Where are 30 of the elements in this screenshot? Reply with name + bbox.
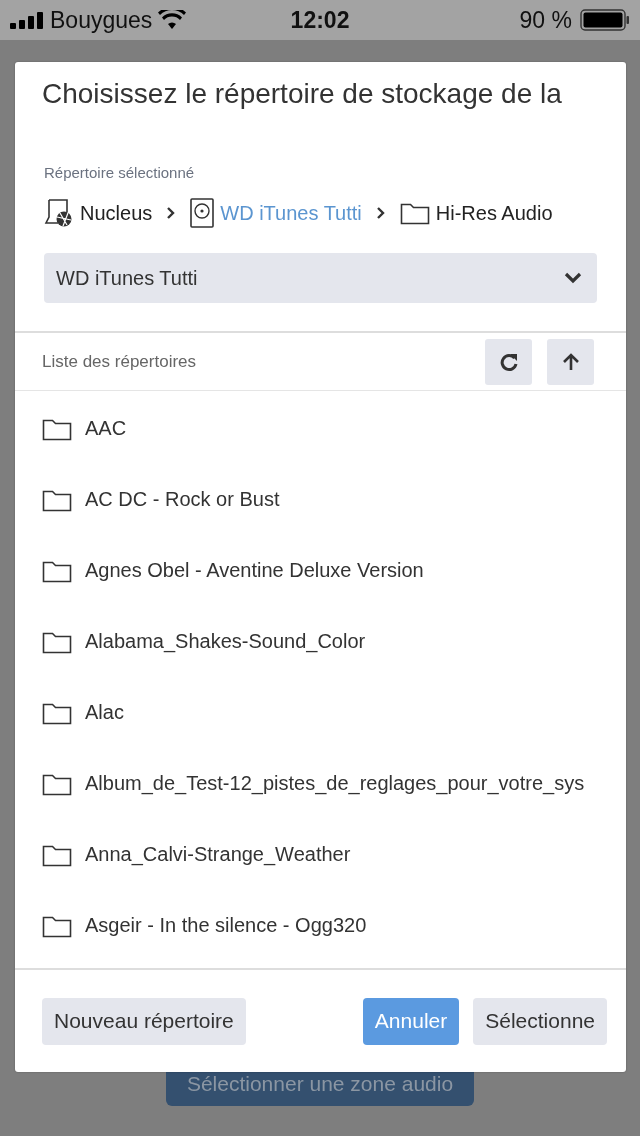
folder-row[interactable]: Anna_Calvi-Strange_Weather [15,819,626,890]
carrier-name: Bouygues [50,6,153,34]
folder-row[interactable]: AC DC - Rock or Bust [15,464,626,535]
drive-select[interactable]: WD iTunes Tutti [44,253,597,303]
breadcrumb-item[interactable]: Hi-Res Audio [399,201,553,225]
action-button[interactable]: Nouveau répertoire [42,997,246,1045]
folder-row[interactable]: AAC [15,393,626,464]
computer-icon [44,198,74,228]
folder-row[interactable]: Agnes Obel - Aventine Deluxe Version [15,535,626,606]
folder-row[interactable]: Asgeir - In the silence - Ogg320 [15,890,626,961]
wifi-icon [158,10,187,30]
chevron-icon [166,206,177,220]
clock-time: 12:02 [290,6,350,34]
refresh-icon [498,351,519,372]
action-button[interactable]: Sélectionne [473,997,607,1045]
breadcrumb-item[interactable]: Nucleus [44,198,153,228]
chevron-icon [375,206,386,220]
selected-directory-label: Répertoire sélectionné [44,164,196,181]
battery-percent: 90 % [519,6,572,34]
folder-row[interactable]: Album_de_Test-12_pistes_de_reglages_pour_votre_sys [15,748,626,819]
dialog-title: Choisissez le répertoire de stockage de la [41,77,563,111]
battery-icon [580,9,630,31]
parent-folder-button[interactable] [547,338,594,385]
chevron-down-icon [563,271,583,285]
directory-list-label: Liste des répertoires [42,351,198,372]
folder-row[interactable]: Alabama_Shakes-Sound_Color [15,606,626,677]
folder-row[interactable]: Alac [15,677,626,748]
signal-icon [10,11,44,29]
refresh-button[interactable] [485,338,532,385]
folder-icon [399,201,430,225]
